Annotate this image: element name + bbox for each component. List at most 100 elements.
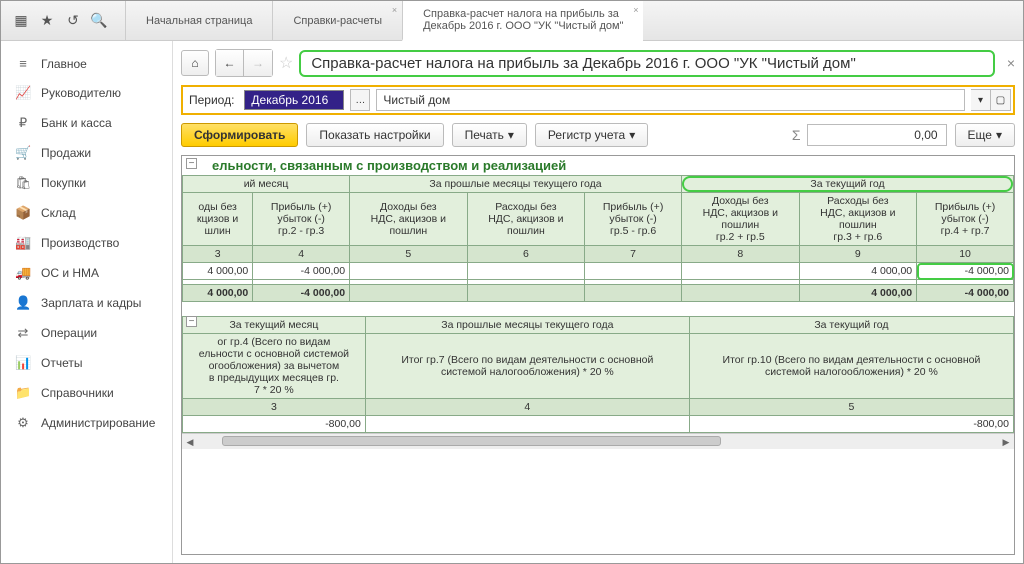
cart-icon: 🛒: [15, 145, 31, 161]
bag-icon: 🛍: [15, 175, 31, 191]
col-num: 10: [917, 246, 1014, 263]
close-page-button[interactable]: ×: [1007, 55, 1015, 71]
cell: -4 000,00: [253, 263, 350, 280]
cell: 4 000,00: [799, 263, 917, 280]
sidebar-item-stock[interactable]: 📦Склад: [1, 198, 172, 228]
factory-icon: 🏭: [15, 235, 31, 251]
tab-label: Справки-расчеты: [293, 15, 382, 27]
sigma-icon: Σ: [792, 127, 801, 143]
sidebar-item-label: Отчеты: [41, 356, 82, 370]
col-num: 8: [682, 246, 800, 263]
sidebar-item-purch[interactable]: 🛍Покупки: [1, 168, 172, 198]
register-button[interactable]: Регистр учета▾: [535, 123, 648, 147]
period-row: Период: Декабрь 2016 … Чистый дом ▾ ▢: [181, 85, 1015, 115]
tab-label: Начальная страница: [146, 15, 252, 27]
col-num: 6: [467, 246, 585, 263]
col-num: 4: [253, 246, 350, 263]
cell: -800,00: [689, 416, 1013, 433]
page-title-text: Справка-расчет налога на прибыль за Дека…: [311, 55, 855, 72]
apps-icon[interactable]: ▦: [13, 13, 29, 29]
favorite-icon[interactable]: ☆: [279, 53, 293, 73]
form-button[interactable]: Сформировать: [181, 123, 298, 147]
cell-highlighted: -4 000,00: [917, 263, 1014, 280]
top-toolbar: ▦ ★ ↺ 🔍 Начальная страница Справки-расче…: [1, 1, 1023, 41]
sidebar-item-sales[interactable]: 🛒Продажи: [1, 138, 172, 168]
sidebar-item-label: Руководителю: [41, 86, 121, 100]
sidebar-item-prod[interactable]: 🏭 Производство: [1, 228, 172, 258]
collapse-toggle[interactable]: −: [186, 158, 197, 169]
table-row[interactable]: 4 000,00 -4 000,00 4 000,00 -4 000,00: [183, 263, 1014, 280]
col-group-year: За текущий год: [689, 317, 1013, 334]
sidebar-item-main[interactable]: ≡ Главное: [1, 49, 172, 78]
scroll-right-icon[interactable]: ▶: [998, 434, 1014, 450]
truck-icon: 🚚: [15, 265, 31, 281]
sidebar-item-ops[interactable]: ⇄Операции: [1, 318, 172, 348]
sidebar-item-label: Главное: [41, 57, 87, 71]
sidebar-item-reports[interactable]: 📊Отчеты: [1, 348, 172, 378]
sidebar: ≡Главное 📈Руководителю ₽Банк и касса 🛒Пр…: [1, 41, 173, 563]
star-icon[interactable]: ★: [39, 13, 55, 29]
sidebar-item-hr[interactable]: 👤Зарплата и кадры: [1, 288, 172, 318]
sidebar-item-label: Зарплата и кадры: [41, 296, 141, 310]
chevron-down-icon: ▾: [629, 128, 635, 142]
tab-label-line1: Справка-расчет налога на прибыль за: [423, 8, 623, 20]
sidebar-item-label: Склад: [41, 206, 76, 220]
sum-field[interactable]: 0,00: [807, 124, 947, 146]
sidebar-item-label: Производство: [41, 236, 119, 250]
sidebar-item-label: ОС и НМА: [41, 266, 99, 280]
col-group-prev: За прошлые месяцы текущего года: [350, 176, 682, 193]
cell: 4 000,00: [183, 263, 253, 280]
col-header: Расходы без НДС, акцизов и пошлин гр.3 +…: [799, 193, 917, 246]
tab-refs[interactable]: Справки-расчеты ×: [272, 1, 402, 40]
collapse-toggle[interactable]: −: [186, 316, 197, 327]
sidebar-item-os[interactable]: 🚚 ОС и НМА: [1, 258, 172, 288]
report-table-1: ий месяц За прошлые месяцы текущего года…: [182, 175, 1014, 302]
history-icon[interactable]: ↺: [65, 13, 81, 29]
table-total-row[interactable]: 4 000,00 -4 000,00 4 000,00 -4 000,00: [183, 285, 1014, 302]
sidebar-item-bank[interactable]: ₽ Банк и касса: [1, 108, 172, 138]
settings-button[interactable]: Показать настройки: [306, 123, 443, 147]
tab-current[interactable]: Справка-расчет налога на прибыль за Дека…: [402, 1, 643, 41]
sidebar-item-label: Банк и касса: [41, 116, 112, 130]
menu-icon: ≡: [15, 56, 31, 71]
chevron-down-icon: ▾: [996, 128, 1002, 142]
tab-home[interactable]: Начальная страница: [125, 1, 272, 40]
sidebar-item-admin[interactable]: ⚙Администрирование: [1, 408, 172, 438]
money-icon: ₽: [15, 115, 31, 131]
col-header: Итог гр.7 (Всего по видам деятельности с…: [365, 334, 689, 399]
back-button[interactable]: ←: [216, 50, 244, 76]
cell: -800,00: [183, 416, 366, 433]
home-button[interactable]: ⌂: [181, 50, 209, 76]
close-icon[interactable]: ×: [633, 5, 638, 15]
print-button[interactable]: Печать▾: [452, 123, 527, 147]
folder-icon: 📁: [15, 385, 31, 401]
page-title: Справка-расчет налога на прибыль за Дека…: [299, 50, 994, 77]
sidebar-item-manager[interactable]: 📈Руководителю: [1, 78, 172, 108]
col-num: 9: [799, 246, 917, 263]
report-area[interactable]: − ельности, связанным с производством и …: [181, 155, 1015, 555]
period-label: Период:: [185, 93, 238, 107]
search-icon[interactable]: 🔍: [91, 13, 107, 29]
org-input[interactable]: Чистый дом: [376, 89, 965, 111]
scroll-left-icon[interactable]: ◀: [182, 434, 198, 450]
col-num: 3: [183, 246, 253, 263]
sidebar-item-refs[interactable]: 📁 Справочники: [1, 378, 172, 408]
horizontal-scrollbar[interactable]: ◀ ▶: [182, 433, 1014, 449]
tab-label-line2: Декабрь 2016 г. ООО "УК "Чистый дом": [423, 20, 623, 32]
cell: [467, 263, 585, 280]
close-icon[interactable]: ×: [392, 5, 397, 15]
sidebar-item-label: Операции: [41, 326, 97, 340]
col-group-prev: За прошлые месяцы текущего года: [365, 317, 689, 334]
scroll-thumb[interactable]: [222, 436, 721, 446]
org-dropdown-button[interactable]: ▾: [971, 89, 991, 111]
cell: -4 000,00: [253, 285, 350, 302]
org-open-button[interactable]: ▢: [991, 89, 1011, 111]
table-row[interactable]: -800,00 -800,00: [183, 416, 1014, 433]
more-button[interactable]: Еще▾: [955, 123, 1015, 147]
sidebar-item-label: Справочники: [41, 386, 114, 400]
cell: 4 000,00: [799, 285, 917, 302]
col-num: 7: [585, 246, 682, 263]
period-input[interactable]: Декабрь 2016: [244, 90, 344, 110]
period-picker-button[interactable]: …: [350, 89, 370, 111]
forward-button: →: [244, 50, 272, 76]
